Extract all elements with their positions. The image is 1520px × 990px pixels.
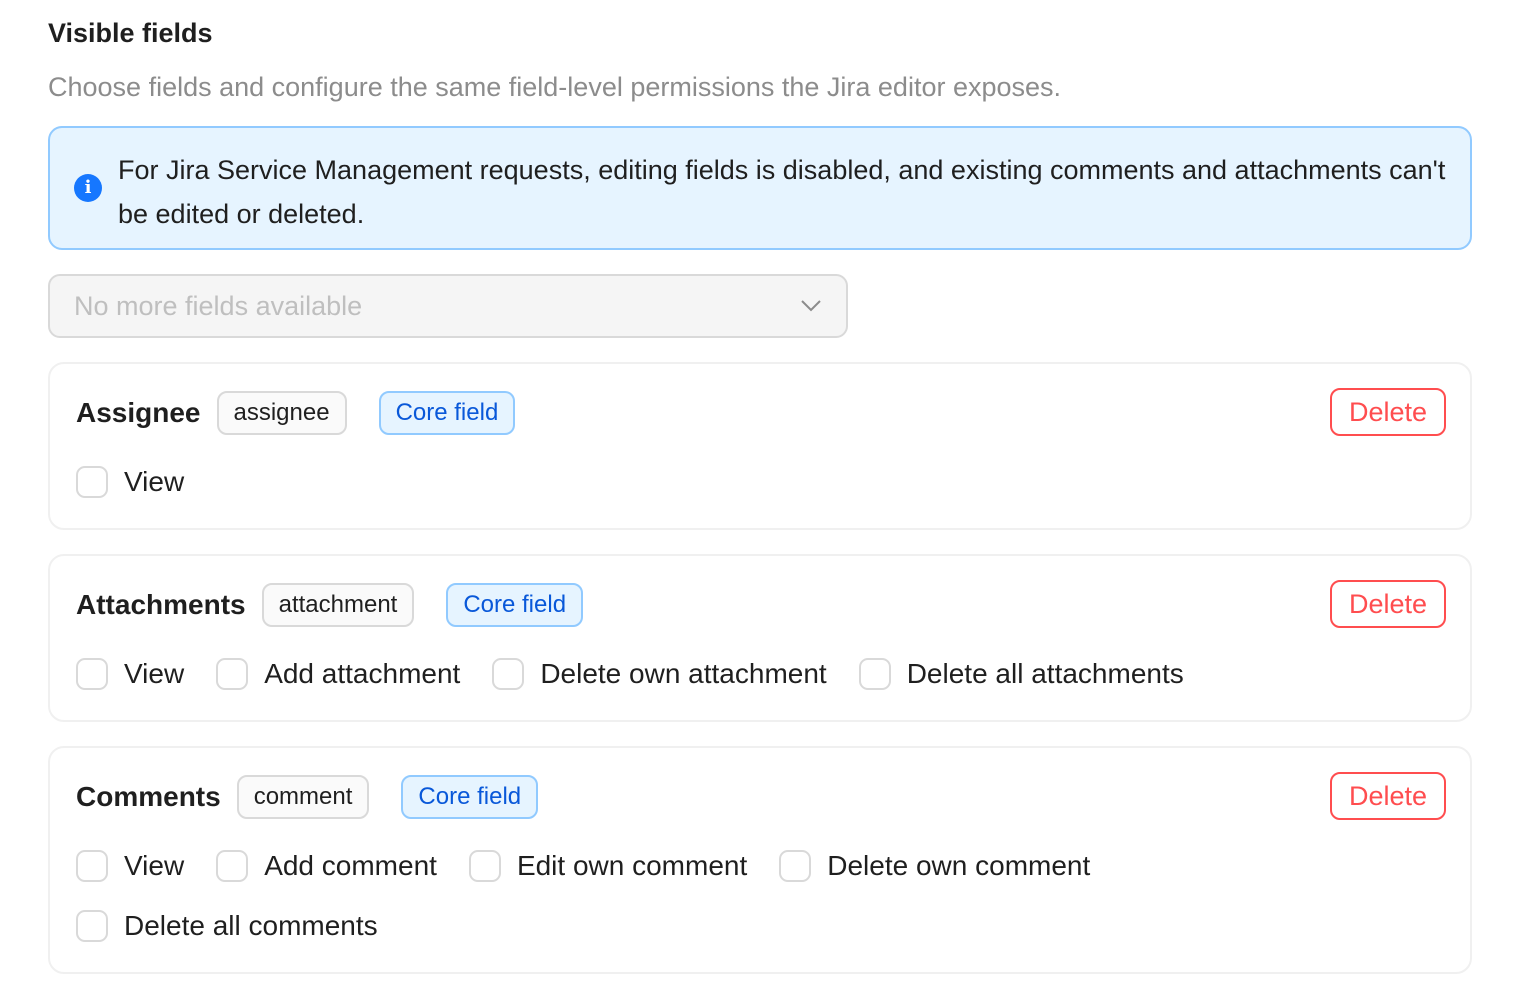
permission-label: View: [124, 466, 185, 497]
permission-delete-own-attachment[interactable]: Delete own attachment: [492, 658, 827, 690]
chevron-down-icon: [801, 300, 821, 312]
delete-button[interactable]: Delete: [1330, 580, 1446, 628]
permission-row: View Add attachment Delete own attachmen…: [76, 658, 1216, 690]
delete-button[interactable]: Delete: [1330, 772, 1446, 820]
checkbox[interactable]: [492, 658, 525, 690]
permission-label: Add attachment: [264, 658, 461, 689]
field-name: Attachments: [76, 589, 246, 620]
field-card-assignee: Assignee assignee Core field Delete View: [48, 362, 1472, 530]
checkbox[interactable]: [216, 850, 249, 882]
field-card-header: Attachments attachment Core field: [76, 582, 584, 628]
permission-row: View Add comment Edit own comment Delete…: [76, 850, 1122, 882]
permission-label: Delete own comment: [827, 850, 1091, 881]
section-title: Visible fields: [48, 18, 213, 48]
permission-add-attachment[interactable]: Add attachment: [216, 658, 460, 690]
permission-row: View: [76, 466, 216, 498]
permission-delete-all-comments[interactable]: Delete all comments: [76, 910, 378, 942]
field-key-tag: comment: [236, 775, 370, 819]
info-message: For Jira Service Management requests, ed…: [118, 155, 1446, 229]
permission-label: Edit own comment: [516, 850, 748, 881]
field-key-tag: assignee: [216, 391, 347, 435]
core-field-tag: Core field: [401, 775, 539, 819]
checkbox[interactable]: [858, 658, 891, 690]
checkbox[interactable]: [76, 658, 108, 690]
checkbox[interactable]: [76, 850, 108, 882]
permission-row: Delete all comments: [76, 910, 410, 942]
field-name: Assignee: [76, 397, 201, 428]
field-name: Comments: [76, 781, 221, 812]
info-alert: For Jira Service Management requests, ed…: [48, 126, 1472, 250]
permission-label: View: [124, 850, 185, 881]
permission-label: Delete all comments: [124, 910, 378, 941]
field-card-header: Comments comment Core field: [76, 774, 539, 820]
permission-view[interactable]: View: [76, 466, 184, 498]
checkbox[interactable]: [468, 850, 501, 882]
permission-label: Delete own attachment: [540, 658, 827, 689]
permission-edit-own-comment[interactable]: Edit own comment: [468, 850, 748, 882]
checkbox[interactable]: [216, 658, 249, 690]
permission-delete-all-attachments[interactable]: Delete all attachments: [858, 658, 1184, 690]
field-select[interactable]: No more fields available: [48, 274, 848, 338]
permission-view[interactable]: View: [76, 850, 184, 882]
checkbox[interactable]: [76, 910, 108, 942]
delete-button[interactable]: Delete: [1330, 388, 1446, 436]
field-card-attachments: Attachments attachment Core field Delete…: [48, 554, 1472, 722]
field-select-placeholder: No more fields available: [74, 290, 363, 321]
field-key-tag: attachment: [261, 583, 415, 627]
permission-label: Add comment: [264, 850, 437, 881]
permission-delete-own-comment[interactable]: Delete own comment: [779, 850, 1090, 882]
section-description: Choose fields and configure the same fie…: [48, 72, 1062, 102]
core-field-tag: Core field: [378, 391, 516, 435]
permission-view[interactable]: View: [76, 658, 184, 690]
permission-add-comment[interactable]: Add comment: [216, 850, 437, 882]
core-field-tag: Core field: [446, 583, 584, 627]
field-card-header: Assignee assignee Core field: [76, 390, 516, 436]
field-card-comments: Comments comment Core field Delete View …: [48, 746, 1472, 974]
checkbox[interactable]: [779, 850, 812, 882]
visible-fields-page: Visible fields Choose fields and configu…: [0, 0, 1520, 990]
permission-label: Delete all attachments: [906, 658, 1184, 689]
checkbox[interactable]: [76, 466, 108, 498]
info-icon: i: [74, 174, 102, 202]
permission-label: View: [124, 658, 185, 689]
